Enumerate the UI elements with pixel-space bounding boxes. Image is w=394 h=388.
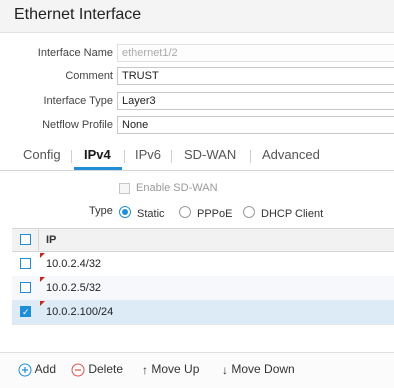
table-row[interactable]: ✓ 10.0.2.100/24 [12,300,394,325]
table-row[interactable]: 10.0.2.5/32 [12,276,394,301]
arrow-up-icon: ↑ [142,362,148,377]
type-dhcp-client-radio[interactable] [243,206,255,218]
tab-sd-wan[interactable]: SD-WAN [184,147,236,162]
move-up-button[interactable]: ↑ Move Up [142,362,199,377]
select-all-checkbox[interactable] [20,234,31,245]
ip-cell: 10.0.2.4/32 [46,258,102,270]
add-label: Add [34,362,57,376]
type-dhcp-client-label: DHCP Client [261,208,324,220]
move-down-label: Move Down [231,362,295,376]
type-label: Type [89,205,113,217]
tab-bar: Config IPv4 IPv6 SD-WAN Advanced [0,144,394,171]
header-divider [38,229,39,251]
type-pppoe-label: PPPoE [197,208,233,220]
dialog-titlebar: Ethernet Interface [0,0,394,33]
tab-advanced[interactable]: Advanced [262,147,320,162]
type-static-radio[interactable] [119,206,131,218]
tab-config[interactable]: Config [23,147,61,162]
table-row[interactable]: 10.0.2.4/32 [12,252,394,277]
tab-separator [124,150,125,163]
interface-name-label: Interface Name [37,47,113,59]
add-button[interactable]: Add [18,362,56,377]
delete-label: Delete [88,362,124,376]
dialog-title: Ethernet Interface [14,6,142,23]
active-tab-indicator [74,167,122,170]
interface-name-row: Interface Name ethernet1/2 [0,44,394,64]
tab-separator [250,150,251,163]
row-checkbox[interactable]: ✓ [20,306,31,317]
tab-ipv4[interactable]: IPv4 [84,147,111,162]
move-down-button[interactable]: ↓ Move Down [222,362,295,377]
ip-address-table: IP 10.0.2.4/32 10.0.2.5/32 ✓ 10.0.2.100/… [12,228,394,325]
radio-selected-dot [122,209,128,215]
enable-sdwan-label: Enable SD-WAN [136,182,218,194]
tab-separator [71,150,72,163]
delete-button[interactable]: Delete [71,362,123,377]
type-pppoe-radio[interactable] [179,206,191,218]
interface-name-field: ethernet1/2 [117,44,394,62]
row-checkbox[interactable] [20,282,31,293]
netflow-profile-label: Netflow Profile [42,119,113,131]
tab-separator [171,150,172,163]
comment-field[interactable]: TRUST [117,67,394,85]
minus-circle-icon [71,363,85,377]
ip-column-header: IP [46,234,57,246]
row-marker-icon [40,301,45,306]
arrow-down-icon: ↓ [222,362,228,377]
table-action-bar: Add Delete ↑ Move Up ↓ Move Down [0,352,394,388]
type-static-label: Static [137,208,165,220]
netflow-profile-row: Netflow Profile None [0,116,394,136]
tab-ipv6[interactable]: IPv6 [135,147,161,162]
row-marker-icon [40,277,45,282]
checkmark-icon: ✓ [22,307,30,317]
interface-type-label: Interface Type [43,95,113,107]
row-checkbox[interactable] [20,258,31,269]
enable-sdwan-checkbox[interactable] [119,183,130,194]
table-header: IP [12,229,394,252]
move-up-label: Move Up [151,362,200,376]
ip-cell: 10.0.2.100/24 [46,306,114,318]
ip-cell: 10.0.2.5/32 [46,282,102,294]
plus-circle-icon [18,363,32,377]
interface-type-select[interactable]: Layer3 [117,92,394,110]
comment-row: Comment TRUST [0,67,394,87]
comment-label: Comment [65,70,113,82]
interface-type-row: Interface Type Layer3 [0,92,394,112]
row-marker-icon [40,253,45,258]
netflow-profile-select[interactable]: None [117,116,394,134]
